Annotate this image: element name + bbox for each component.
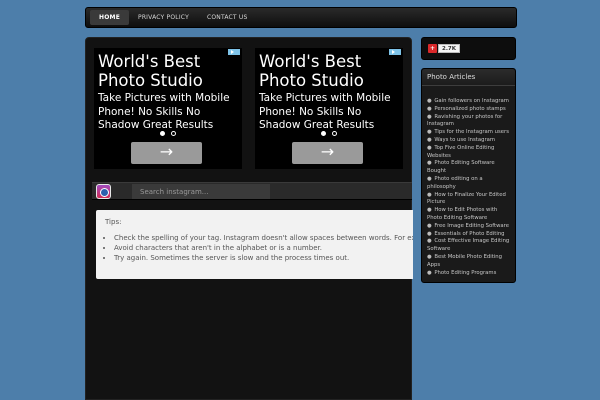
share-icon: + [428, 44, 437, 53]
ad-title[interactable]: World's Best Photo Studio [98, 52, 238, 90]
carousel-dot[interactable] [332, 131, 337, 136]
tip-item: Check the spelling of your tag. Instagra… [114, 233, 413, 243]
article-link[interactable]: ● Free Image Editing Software [427, 223, 511, 231]
widget-title: Photo Articles [422, 69, 515, 86]
article-link[interactable]: ● Personalized photo stamps [427, 106, 511, 114]
search-input[interactable] [132, 184, 270, 199]
articles-list: ● Gain followers on Instagram ● Personal… [422, 86, 515, 277]
tips-title: Tips: [105, 218, 122, 226]
ad-text: Take Pictures with Mobile Phone! No Skil… [259, 92, 391, 131]
article-link[interactable]: ● Gain followers on Instagram [427, 98, 511, 106]
article-link[interactable]: ● Ravishing your photos for Instagram [427, 114, 511, 130]
top-navigation: HOME PRIVACY POLICY CONTACT US [85, 7, 517, 28]
article-link[interactable]: ● Cost Effective Image Editing Software [427, 238, 511, 254]
nav-contact-us[interactable]: CONTACT US [198, 10, 257, 25]
carousel-dot-active[interactable] [321, 131, 326, 136]
article-link[interactable]: ● How to Edit Photos with Photo Editing … [427, 207, 511, 223]
tip-item: Avoid characters that aren't in the alph… [114, 243, 413, 253]
article-link[interactable]: ● Photo Editing Software Bought [427, 160, 511, 176]
search-bar [92, 182, 412, 200]
share-count: 2.7K [438, 44, 461, 53]
article-link[interactable]: ● Top Five Online Editing Websites [427, 145, 511, 161]
ad-title[interactable]: World's Best Photo Studio [259, 52, 399, 90]
photo-articles-widget: Photo Articles ● Gain followers on Insta… [421, 68, 516, 283]
article-link[interactable]: ● Photo Editing Programs [427, 270, 511, 278]
nav-privacy-policy[interactable]: PRIVACY POLICY [129, 10, 198, 25]
carousel-dot-active[interactable] [160, 131, 165, 136]
ad-banner-2[interactable]: World's Best Photo Studio Take Pictures … [255, 48, 403, 169]
article-link[interactable]: ● How to Finalize Your Edited Picture [427, 192, 511, 208]
share-button[interactable]: + 2.7K [428, 44, 461, 53]
instagram-icon [96, 184, 111, 199]
ad-arrow-button[interactable]: → [131, 142, 202, 164]
article-link[interactable]: ● Photo editing on a philosophy [427, 176, 511, 192]
ad-carousel-dots [160, 131, 176, 136]
carousel-dot[interactable] [171, 131, 176, 136]
ad-text: Take Pictures with Mobile Phone! No Skil… [98, 92, 230, 131]
tips-list: Check the spelling of your tag. Instagra… [105, 233, 413, 263]
article-link[interactable]: ● Tips for the Instagram users [427, 129, 511, 137]
ad-arrow-button[interactable]: → [292, 142, 363, 164]
ad-carousel-dots [321, 131, 337, 136]
article-link[interactable]: ● Best Mobile Photo Editing Apps [427, 254, 511, 270]
tips-box: Tips: Check the spelling of your tag. In… [96, 210, 413, 279]
tip-item: Try again. Sometimes the server is slow … [114, 253, 413, 263]
article-link[interactable]: ● Essentials of Photo Editing [427, 231, 511, 239]
nav-home[interactable]: HOME [90, 10, 129, 25]
share-widget: + 2.7K [421, 37, 516, 60]
ad-banner-1[interactable]: World's Best Photo Studio Take Pictures … [94, 48, 242, 169]
article-link[interactable]: ● Ways to use Instagram [427, 137, 511, 145]
main-content: World's Best Photo Studio Take Pictures … [85, 37, 413, 400]
